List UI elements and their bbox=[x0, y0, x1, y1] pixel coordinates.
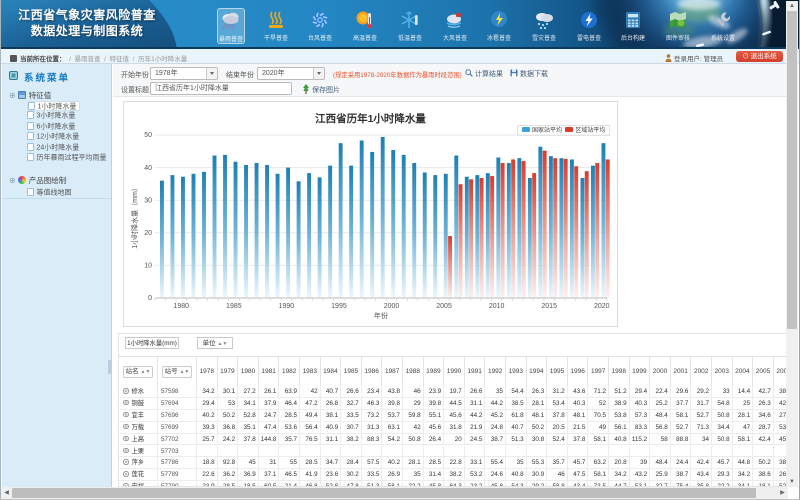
svg-text:2005: 2005 bbox=[436, 303, 452, 310]
svg-text:50: 50 bbox=[144, 132, 152, 139]
svg-text:20: 20 bbox=[144, 230, 152, 237]
svg-text:1995: 1995 bbox=[331, 303, 347, 310]
svg-text:2000: 2000 bbox=[384, 303, 400, 310]
svg-text:40: 40 bbox=[144, 165, 152, 172]
svg-text:2020: 2020 bbox=[594, 303, 610, 310]
svg-text:2015: 2015 bbox=[541, 303, 557, 310]
svg-text:1小时降水量（mm）: 1小时降水量（mm） bbox=[130, 184, 139, 249]
svg-text:30: 30 bbox=[144, 197, 152, 204]
svg-text:年份: 年份 bbox=[374, 311, 388, 320]
svg-text:2010: 2010 bbox=[489, 303, 505, 310]
svg-text:1980: 1980 bbox=[173, 303, 189, 310]
svg-text:10: 10 bbox=[144, 263, 152, 270]
svg-text:1985: 1985 bbox=[226, 303, 242, 310]
svg-text:0: 0 bbox=[148, 295, 152, 302]
svg-text:1990: 1990 bbox=[279, 303, 295, 310]
